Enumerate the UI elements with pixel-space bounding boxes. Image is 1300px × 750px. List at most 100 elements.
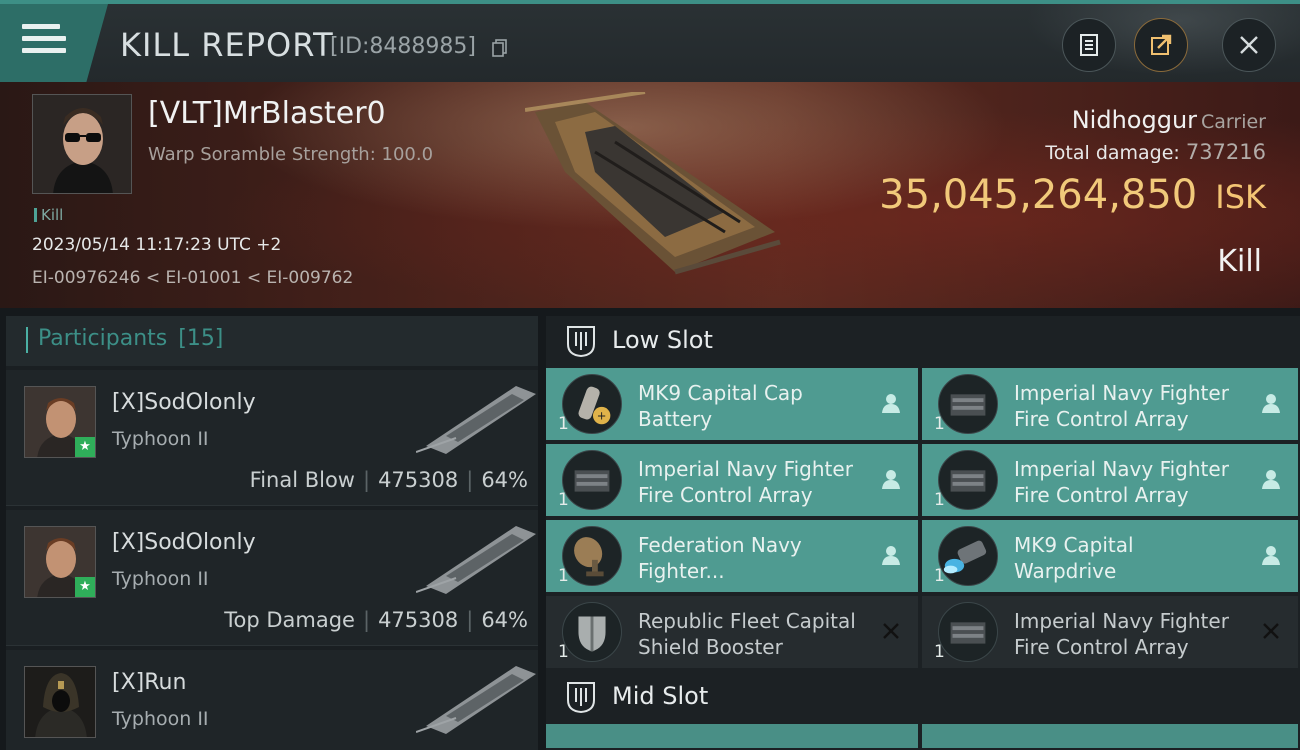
carrier-ship-image (525, 92, 781, 275)
participant-percent: 64% (481, 468, 528, 492)
person-icon (1262, 546, 1280, 565)
fitting-item[interactable]: 1 Imperial Navy Fighter Fire Control Arra… (922, 368, 1298, 440)
svg-text:+: + (597, 408, 607, 422)
item-quantity: 1 (558, 414, 569, 434)
item-name-line2: Warpdrive (1014, 559, 1117, 583)
participant-ship: Typhoon II (112, 568, 209, 590)
ship-class: Carrier (1201, 111, 1266, 133)
fitting-item[interactable]: 1 Federation Navy Fighter... (546, 520, 918, 592)
participant-name: [X]Run (112, 670, 187, 695)
participant-damage: 475308 (378, 608, 459, 632)
star-icon: ★ (75, 437, 95, 457)
fitting-item[interactable]: 1 Imperial Navy Fighter Fire Control Arra… (922, 596, 1298, 668)
total-damage: Total damage: 737216 (1045, 140, 1266, 164)
title-bar: KILL REPORT [ID:8488985] (0, 0, 1300, 86)
victim-ship: Nidhoggur Carrier (1072, 106, 1266, 134)
participant-name: [X]SodOlonly (112, 530, 256, 555)
participant-row[interactable]: [X]Run Typhoon II (6, 650, 538, 750)
destroyed-x-icon (1263, 623, 1279, 639)
fighter-fca-icon (938, 374, 998, 434)
item-name-line1: Imperial Navy Fighter (1014, 457, 1229, 481)
warpdrive-icon (938, 526, 998, 586)
close-button[interactable] (1222, 18, 1276, 72)
mid-slot-icon (567, 682, 595, 714)
ship-name[interactable]: Nidhoggur (1072, 106, 1197, 134)
total-damage-label: Total damage: (1045, 142, 1180, 164)
item-name-line1: Federation Navy (638, 533, 802, 557)
participants-label: Participants (38, 326, 168, 351)
fitting-item[interactable]: 1 Imperial Navy Fighter Fire Control Arra… (922, 444, 1298, 516)
page-title: KILL REPORT (120, 26, 334, 64)
item-name-line1: Republic Fleet Capital (638, 609, 856, 633)
share-icon (1151, 34, 1172, 55)
participant-avatar: ★ (24, 526, 96, 598)
item-name-line2: Fire Control Array (1014, 635, 1189, 659)
item-name: Imperial Navy Fighter Fire Control Array (638, 456, 868, 508)
fitting-item[interactable] (922, 724, 1298, 748)
participants-panel: Participants [15] ★ [X]SodOlonly Typhoon… (6, 316, 538, 750)
participants-header[interactable]: Participants [15] (6, 316, 538, 366)
dish-icon (562, 526, 622, 586)
fitting-item[interactable] (546, 724, 918, 748)
item-quantity: 1 (934, 490, 945, 510)
fitting-panel: Low Slot + 1 MK9 Capital Cap Battery 1 Im… (546, 316, 1300, 750)
item-name: Imperial Navy Fighter Fire Control Array (1014, 456, 1244, 508)
total-damage-value: 737216 (1185, 140, 1266, 164)
battleship-icon (416, 526, 536, 594)
fitting-item[interactable]: 1 MK9 Capital Warpdrive (922, 520, 1298, 592)
participant-avatar: ★ (24, 386, 96, 458)
low-slot-label: Low Slot (612, 326, 713, 354)
system-route[interactable]: EI-00976246 < EI-01001 < EI-009762 (32, 268, 353, 288)
participant-percent: 64% (481, 608, 528, 632)
fitting-item[interactable]: + 1 MK9 Capital Cap Battery (546, 368, 918, 440)
item-name-line2: Battery (638, 407, 713, 431)
person-icon (882, 546, 900, 565)
participant-row[interactable]: ★ [X]SodOlonly Typhoon II Top Damage | 475… (6, 510, 538, 646)
item-name-line2: Shield Booster (638, 635, 783, 659)
copy-icon[interactable] (492, 39, 508, 57)
participant-ship: Typhoon II (112, 428, 209, 450)
battleship-icon (416, 666, 536, 734)
low-slot-icon (567, 326, 595, 358)
destroyed-x-icon (883, 623, 899, 639)
cap-battery-icon: + (562, 374, 622, 434)
low-slot-grid: + 1 MK9 Capital Cap Battery 1 Imperial Na… (546, 368, 1300, 668)
clipboard-icon (1080, 34, 1098, 56)
item-name-line1: Imperial Navy Fighter (638, 457, 853, 481)
participant-row[interactable]: ★ [X]SodOlonly Typhoon II Final Blow | 475… (6, 370, 538, 506)
share-button[interactable] (1134, 18, 1188, 72)
item-name: MK9 Capital Cap Battery (638, 380, 868, 432)
item-name: Federation Navy Fighter... (638, 532, 868, 584)
participant-stats: Top Damage | 475308 | 64% (224, 608, 528, 632)
fighter-fca-icon (938, 602, 998, 662)
item-quantity: 1 (558, 642, 569, 662)
item-name-line2: Fire Control Array (638, 483, 813, 507)
fighter-fca-icon (562, 450, 622, 510)
person-icon (882, 394, 900, 413)
item-quantity: 1 (558, 566, 569, 586)
star-icon: ★ (75, 577, 95, 597)
participant-ship: Typhoon II (112, 708, 209, 730)
fitting-item[interactable]: 1 Republic Fleet Capital Shield Booster (546, 596, 918, 668)
item-name-line1: MK9 Capital Cap (638, 381, 803, 405)
fitting-item[interactable]: 1 Imperial Navy Fighter Fire Control Arra… (546, 444, 918, 516)
item-name-line1: Imperial Navy Fighter (1014, 609, 1229, 633)
person-icon (1262, 394, 1280, 413)
kill-banner: [VLT]MrBlaster0 Warp Soramble Strength: … (0, 82, 1300, 308)
kill-datetime: 2023/05/14 11:17:23 UTC +2 (32, 235, 282, 255)
victim-avatar[interactable] (32, 94, 132, 194)
item-name: MK9 Capital Warpdrive (1014, 532, 1244, 584)
participant-role: Top Damage (224, 608, 355, 632)
item-name-line2: Fire Control Array (1014, 407, 1189, 431)
isk-value: 35,045,264,850 ISK (879, 172, 1266, 218)
clipboard-button[interactable] (1062, 18, 1116, 72)
isk-unit: ISK (1215, 178, 1266, 216)
item-quantity: 1 (934, 566, 945, 586)
hamburger-menu-icon[interactable] (22, 24, 66, 60)
item-quantity: 1 (934, 642, 945, 662)
participant-stats: Final Blow | 475308 | 64% (249, 468, 528, 492)
mid-slot-label: Mid Slot (612, 682, 709, 710)
victim-name[interactable]: [VLT]MrBlaster0 (148, 96, 386, 131)
mid-slot-grid (546, 724, 1300, 748)
report-id: [ID:8488985] (330, 34, 476, 59)
